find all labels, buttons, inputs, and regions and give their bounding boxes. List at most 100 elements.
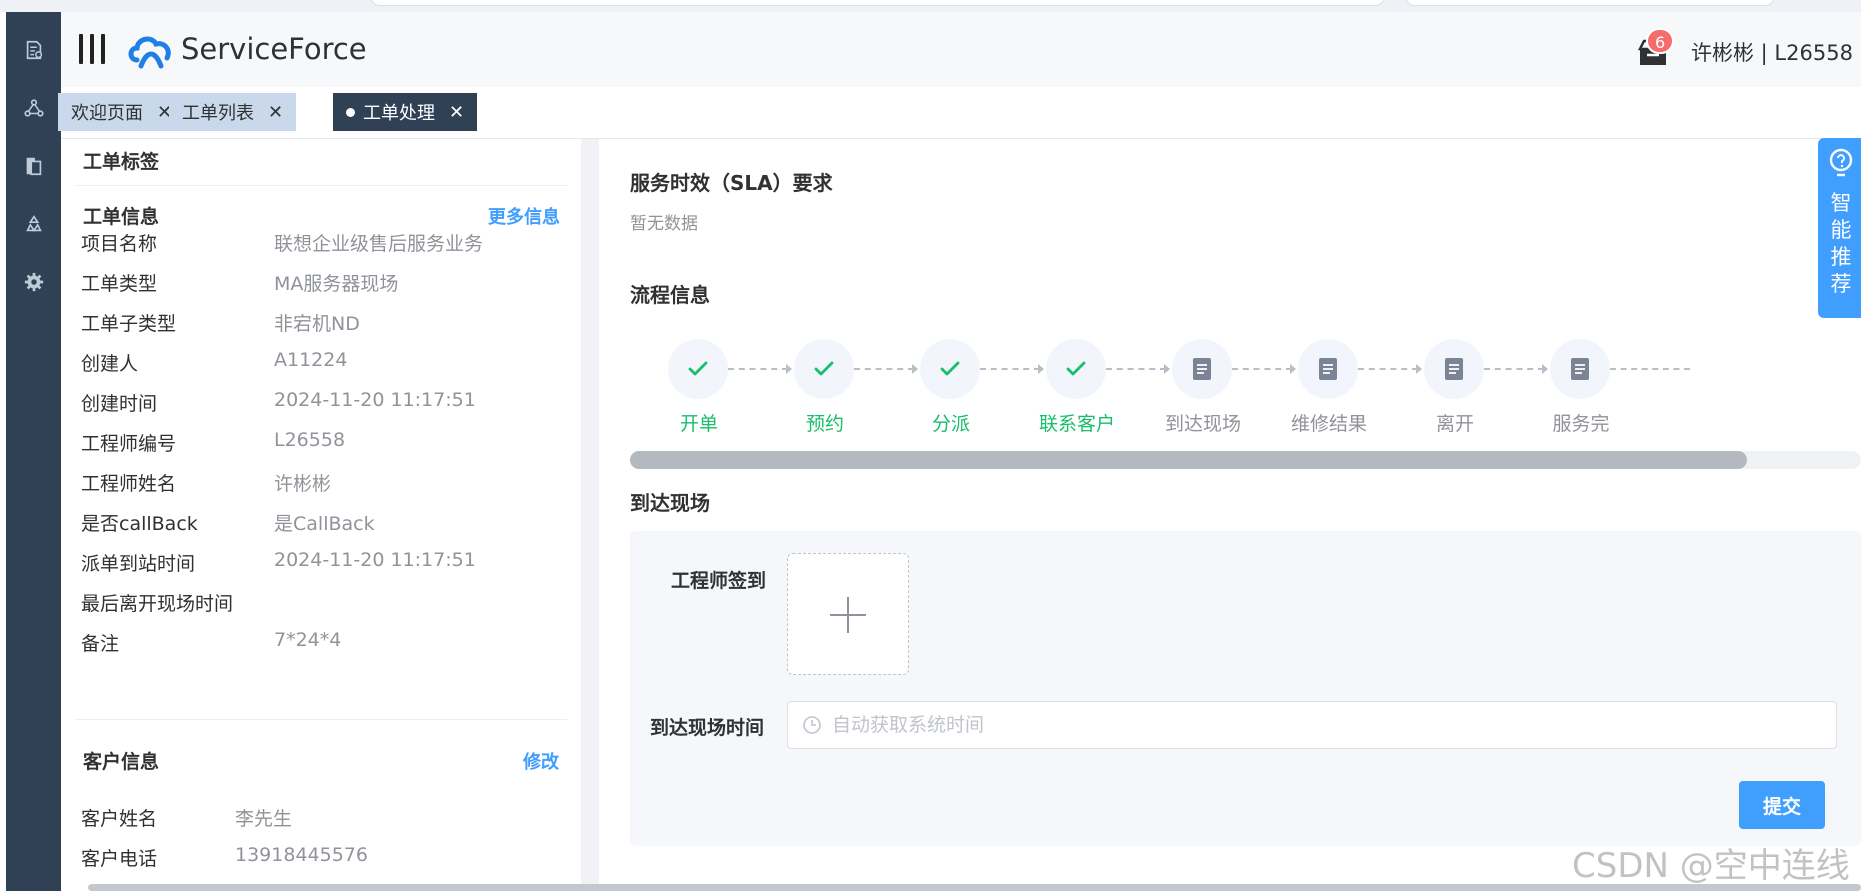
submit-button[interactable]: 提交	[1739, 781, 1825, 829]
network-icon	[23, 99, 44, 117]
divider	[75, 185, 567, 186]
scrollbar-thumb[interactable]	[630, 451, 1747, 469]
field-label: 派单到站时间	[81, 553, 196, 575]
field-label: 最后离开现场时间	[81, 593, 234, 615]
steps-scrollbar[interactable]	[630, 451, 1861, 469]
order-tag-title: 工单标签	[83, 151, 160, 173]
customer-info-title: 客户信息	[83, 751, 160, 773]
tab-welcome[interactable]: 欢迎页面 ✕	[58, 93, 186, 131]
sla-empty-text: 暂无数据	[630, 214, 698, 234]
info-row: 备注 7*24*4	[81, 629, 561, 669]
lightbulb-icon	[1829, 148, 1853, 177]
field-value: 2024-11-20 11:17:51	[274, 549, 476, 571]
field-label: 创建时间	[81, 393, 158, 415]
rail-item-copy[interactable]	[6, 144, 61, 188]
tab-order-list[interactable]: 工单列表 ✕	[169, 93, 297, 131]
sla-title: 服务时效（SLA）要求	[630, 171, 833, 195]
field-value: 2024-11-20 11:17:51	[274, 389, 476, 411]
field-value: L26558	[274, 429, 346, 451]
field-label: 客户电话	[81, 848, 158, 870]
close-icon[interactable]: ✕	[268, 102, 283, 123]
process-step: 服务完	[1506, 339, 1656, 449]
browser-address-bar[interactable]	[370, 0, 1385, 6]
field-label: 备注	[81, 633, 120, 655]
info-row: 工单子类型 非宕机ND	[81, 309, 561, 349]
flow-title: 流程信息	[630, 283, 710, 307]
check-icon	[794, 339, 854, 399]
process-panel: 服务时效（SLA）要求 暂无数据 流程信息 开单 预约 分派 联系客户 到达现场 维修结果…	[599, 139, 1861, 891]
side-rail	[6, 12, 61, 891]
field-label: 创建人	[81, 353, 139, 375]
field-value: 李先生	[235, 808, 293, 830]
field-label: 工程师编号	[81, 433, 177, 455]
field-label: 工单子类型	[81, 313, 177, 335]
step-label: 服务完	[1552, 413, 1610, 435]
notification-badge: 6	[1646, 28, 1675, 54]
field-value: 13918445576	[235, 844, 368, 866]
step-connector	[1610, 368, 1690, 370]
field-value: 联想企业级售后服务业务	[274, 233, 484, 255]
field-value: 非宕机ND	[274, 313, 360, 335]
arrive-title: 到达现场	[630, 491, 710, 515]
field-label: 是否callBack	[81, 513, 198, 535]
signin-upload[interactable]	[787, 553, 909, 675]
menu-toggle-icon[interactable]	[79, 34, 105, 64]
browser-search-bar[interactable]	[1405, 0, 1775, 6]
field-value: 是CallBack	[274, 513, 375, 535]
more-info-link[interactable]: 更多信息	[488, 203, 560, 229]
order-info-title: 工单信息	[83, 206, 160, 228]
field-value: 许彬彬	[274, 473, 332, 495]
customer-row: 客户电话 13918445576	[81, 844, 561, 884]
active-dot-icon	[346, 107, 355, 117]
check-icon	[668, 339, 728, 399]
field-label: 项目名称	[81, 233, 158, 255]
gear-icon	[24, 272, 43, 292]
smart-recommend-label: 智能推荐	[1830, 191, 1852, 296]
close-icon[interactable]: ✕	[449, 102, 464, 123]
info-row: 项目名称 联想企业级售后服务业务	[81, 229, 561, 269]
browser-top-strip	[0, 0, 1861, 12]
rail-item-settings[interactable]	[6, 260, 61, 304]
document-icon	[1298, 339, 1358, 399]
recycle-icon	[25, 215, 42, 232]
arrive-form: 工程师签到 到达现场时间 提交	[630, 531, 1861, 846]
tab-label: 欢迎页面	[71, 103, 143, 124]
rail-item-recycle[interactable]	[6, 202, 61, 246]
document-icon	[1550, 339, 1610, 399]
field-label: 工程师姓名	[81, 473, 177, 495]
arrive-time-label: 到达现场时间	[650, 717, 765, 739]
check-icon	[1046, 339, 1106, 399]
rail-item-network[interactable]	[6, 86, 61, 130]
user-menu[interactable]: 许彬彬 | L26558	[1691, 37, 1853, 67]
tab-label: 工单处理	[363, 103, 435, 124]
process-steps: 开单 预约 分派 联系客户 到达现场 维修结果 离开 服务完	[599, 339, 1861, 449]
clock-icon	[803, 716, 821, 734]
serviceforce-logo-icon	[128, 36, 171, 69]
arrive-time-input[interactable]	[832, 710, 1812, 740]
files-icon	[26, 157, 41, 176]
field-label: 客户姓名	[81, 808, 158, 830]
info-row: 工程师姓名 许彬彬	[81, 469, 561, 509]
info-row: 工单类型 MA服务器现场	[81, 269, 561, 309]
watermark: CSDN @空中连线	[1572, 846, 1850, 886]
customer-row: 客户姓名 李先生	[81, 804, 561, 844]
brand-title: ServiceForce	[181, 32, 367, 66]
smart-recommend-tab[interactable]: 智能推荐	[1818, 138, 1861, 318]
info-row: 创建时间 2024-11-20 11:17:51	[81, 389, 561, 429]
panel-splitter[interactable]	[581, 139, 599, 891]
rail-item-document[interactable]	[6, 28, 61, 72]
edit-customer-link[interactable]: 修改	[523, 748, 559, 774]
tab-order-process[interactable]: 工单处理 ✕	[333, 93, 478, 131]
field-value: 7*24*4	[274, 629, 342, 651]
arrive-time-field[interactable]	[787, 701, 1837, 749]
field-value: A11224	[274, 349, 348, 371]
info-row: 是否callBack 是CallBack	[81, 509, 561, 549]
document-icon	[1172, 339, 1232, 399]
app-header: ServiceForce 6 许彬彬 | L26558	[61, 12, 1861, 87]
divider	[75, 719, 567, 720]
check-icon	[920, 339, 980, 399]
field-label: 工单类型	[81, 273, 158, 295]
info-row: 工程师编号 L26558	[81, 429, 561, 469]
tab-label: 工单列表	[182, 103, 254, 124]
signin-label: 工程师签到	[671, 570, 767, 592]
